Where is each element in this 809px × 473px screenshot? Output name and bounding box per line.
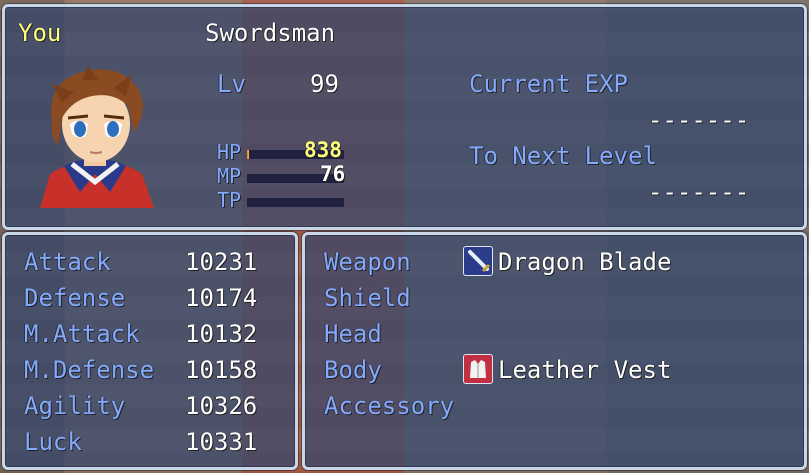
param-label: M.Attack — [24, 320, 140, 348]
vest-icon — [463, 354, 493, 384]
param-label: Attack — [24, 248, 111, 276]
equip-slot-head[interactable]: Head — [324, 320, 382, 348]
actor-class: Swordsman — [205, 19, 336, 47]
tp-label: TP — [217, 188, 242, 212]
param-value: 10158 — [185, 356, 258, 384]
param-value: 10174 — [185, 284, 258, 312]
param-label: Defense — [24, 284, 126, 312]
actor-portrait — [40, 66, 154, 208]
actor-name: You — [18, 19, 62, 47]
level-value: 99 — [310, 70, 339, 98]
current-exp-label: Current EXP — [469, 70, 628, 98]
equip-slot-body[interactable]: Body — [324, 356, 382, 384]
hp-gauge-fill — [247, 150, 249, 159]
equip-slot-accessory[interactable]: Accessory — [324, 392, 454, 420]
mp-value: 76 — [320, 162, 346, 186]
param-value: 10331 — [185, 428, 258, 456]
sword-icon — [463, 246, 493, 276]
next-level-label: To Next Level — [469, 142, 657, 170]
equip-slot-weapon[interactable]: Weapon — [324, 248, 411, 276]
param-label: Agility — [24, 392, 126, 420]
param-value: 10132 — [185, 320, 258, 348]
tp-gauge — [247, 198, 344, 207]
equip-slot-shield[interactable]: Shield — [324, 284, 411, 312]
next-level-value: ------- — [648, 178, 750, 206]
param-value: 10231 — [185, 248, 258, 276]
param-label: Luck — [24, 428, 82, 456]
equip-item-weapon: Dragon Blade — [498, 248, 672, 276]
param-value: 10326 — [185, 392, 258, 420]
equip-item-body: Leather Vest — [498, 356, 672, 384]
current-exp-value: ------- — [648, 106, 750, 134]
param-label: M.Defense — [24, 356, 155, 384]
level-label: Lv — [217, 70, 246, 98]
